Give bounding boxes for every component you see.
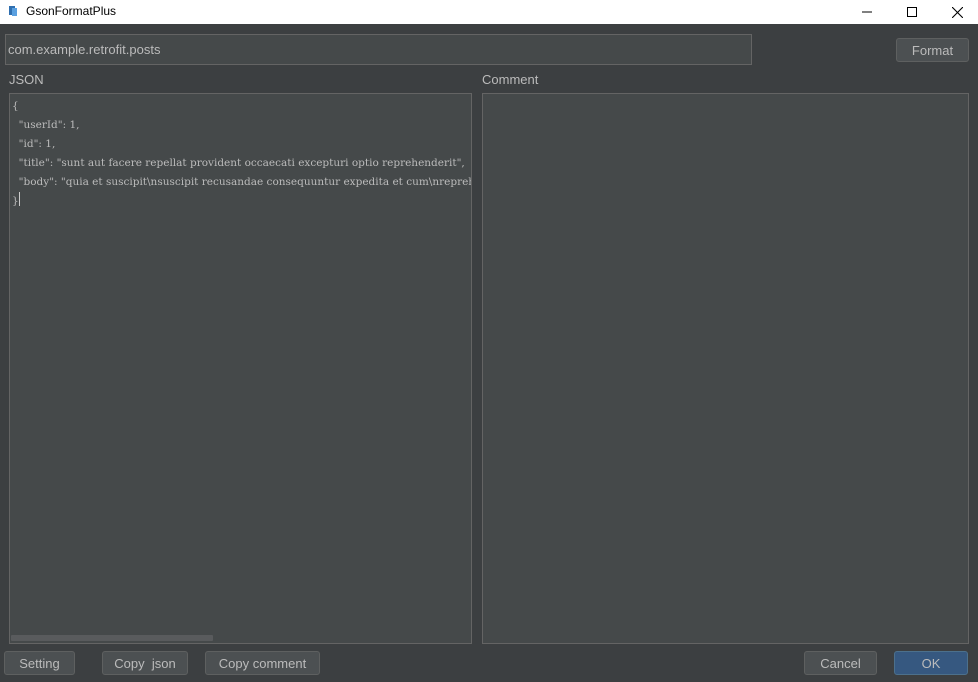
json-line: "title": "sunt aut facere repellat provi… <box>12 157 465 169</box>
ok-button[interactable]: OK <box>894 651 968 675</box>
close-button[interactable] <box>934 0 978 24</box>
json-line: "userId": 1, <box>12 119 80 131</box>
title-bar: GsonFormatPlus <box>0 0 978 24</box>
maximize-icon <box>907 7 917 17</box>
json-line: "id": 1, <box>12 138 56 150</box>
close-icon <box>951 6 963 18</box>
json-label: JSON <box>9 72 44 87</box>
comment-label: Comment <box>482 72 539 87</box>
json-text[interactable]: { "userId": 1, "id": 1, "title": "sunt a… <box>12 97 471 211</box>
scrollbar-thumb[interactable] <box>11 635 213 641</box>
json-editor[interactable]: { "userId": 1, "id": 1, "title": "sunt a… <box>9 93 472 644</box>
app-icon <box>9 6 17 16</box>
minimize-button[interactable] <box>844 0 890 24</box>
format-button[interactable]: Format <box>896 38 969 62</box>
maximize-button[interactable] <box>889 0 935 24</box>
package-name-input[interactable] <box>5 34 752 65</box>
setting-button[interactable]: Setting <box>4 651 75 675</box>
json-line: } <box>12 195 19 207</box>
copy-comment-button[interactable]: Copy comment <box>205 651 320 675</box>
comment-editor[interactable] <box>482 93 969 644</box>
minimize-icon <box>862 11 872 13</box>
window-title: GsonFormatPlus <box>26 4 117 18</box>
horizontal-scrollbar[interactable] <box>10 633 471 643</box>
copy-json-button[interactable]: Copy json <box>102 651 188 675</box>
json-line: { <box>12 100 19 112</box>
text-caret <box>18 192 20 206</box>
json-line: "body": "quia et suscipit\nsuscipit recu… <box>18 176 471 188</box>
cancel-button[interactable]: Cancel <box>804 651 877 675</box>
